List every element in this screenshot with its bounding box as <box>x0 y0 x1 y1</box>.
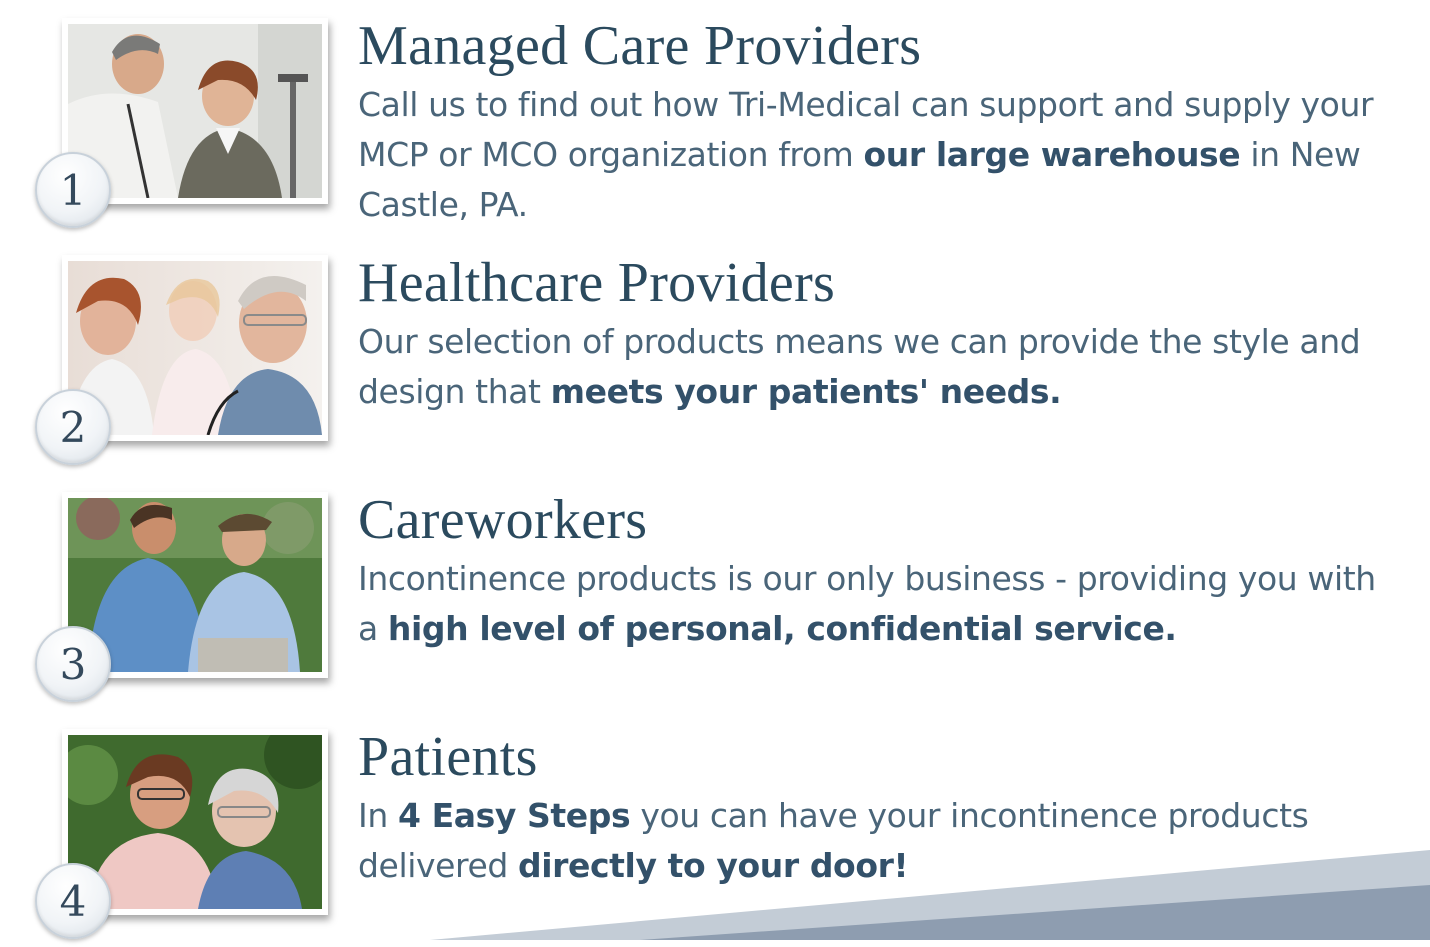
provider-card-patients[interactable]: 4 Patients In 4 Easy Steps you can have … <box>0 711 1430 947</box>
card-description: Our selection of products means we can p… <box>358 322 1361 411</box>
provider-card-healthcare[interactable]: 2 Healthcare Providers Our selection of … <box>0 237 1430 473</box>
step-number-badge: 3 <box>35 626 111 702</box>
card-title: Patients <box>358 726 538 788</box>
step-number-badge: 1 <box>35 152 111 228</box>
provider-card-careworkers[interactable]: 3 Careworkers Incontinence products is o… <box>0 474 1430 710</box>
card-description: Call us to find out how Tri-Medical can … <box>358 85 1374 224</box>
step-number-badge: 4 <box>35 863 111 939</box>
provider-card-managed-care[interactable]: 1 Managed Care Providers Call us to find… <box>0 0 1430 236</box>
step-number-badge: 2 <box>35 389 111 465</box>
card-title: Healthcare Providers <box>358 252 836 314</box>
card-title: Careworkers <box>358 489 648 551</box>
card-description: Incontinence products is our only busine… <box>358 559 1376 648</box>
card-title: Managed Care Providers <box>358 15 922 77</box>
card-description: In 4 Easy Steps you can have your incont… <box>358 796 1309 885</box>
